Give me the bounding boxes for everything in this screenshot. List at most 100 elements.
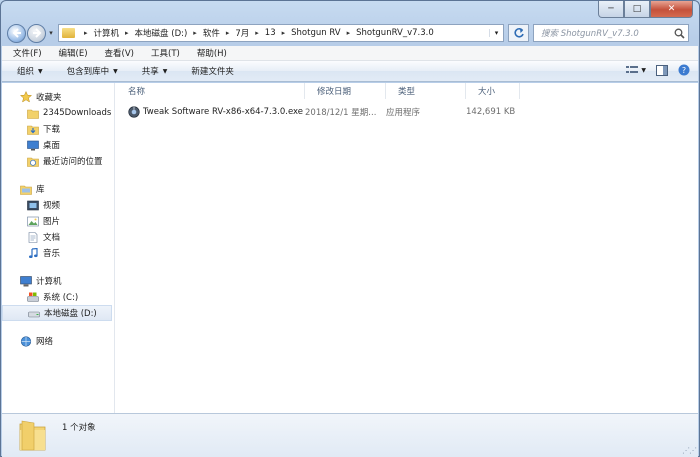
share-button[interactable]: 共享 ▼ — [127, 65, 177, 77]
nav-item-label: 文档 — [43, 233, 61, 243]
minimize-button[interactable]: ─ — [598, 1, 624, 18]
file-row[interactable]: Tweak Software RV-x86-x64-7.3.0.exe 2018… — [116, 104, 698, 120]
chevron-down-icon: ▼ — [641, 66, 646, 74]
music-library-icon — [26, 247, 39, 260]
breadcrumb-shotgun-rv[interactable]: Shotgun RV — [291, 28, 340, 38]
back-button[interactable] — [7, 23, 26, 43]
nav-item-downloads[interactable]: 下载 — [2, 121, 114, 137]
file-list: 名称 修改日期 类型 大小 Tweak Software RV-x86-x64-… — [116, 83, 698, 413]
breadcrumb-drive-d[interactable]: 本地磁盘 (D:) — [135, 27, 188, 39]
help-button[interactable]: ? — [678, 64, 690, 76]
breadcrumb-separator-icon[interactable]: ▸ — [187, 29, 203, 37]
breadcrumb-current-folder[interactable]: ShotgunRV_v7.3.0 — [356, 28, 434, 38]
nav-item-drive-d[interactable]: 本地磁盘 (D:) — [2, 305, 112, 321]
menu-help[interactable]: 帮助(H) — [186, 47, 233, 59]
breadcrumb: ▸ 计算机 ▸ 本地磁盘 (D:) ▸ 软件 ▸ 7月 ▸ 13 ▸ Shotg… — [78, 27, 434, 39]
forward-arrow-icon — [32, 28, 41, 38]
breadcrumb-separator-icon[interactable]: ▸ — [78, 29, 94, 37]
breadcrumb-july[interactable]: 7月 — [235, 27, 249, 39]
system-drive-icon — [26, 291, 39, 304]
column-size[interactable]: 大小 — [466, 83, 520, 99]
chevron-down-icon: ▼ — [113, 67, 118, 75]
nav-item-music[interactable]: 音乐 — [2, 245, 114, 261]
nav-libraries-label: 库 — [36, 185, 45, 195]
breadcrumb-software[interactable]: 软件 — [203, 27, 220, 39]
nav-item-2345downloads[interactable]: 2345Downloads — [2, 105, 114, 121]
menu-file[interactable]: 文件(F) — [2, 47, 48, 59]
menu-tools[interactable]: 工具(T) — [140, 47, 186, 59]
view-list-icon — [626, 66, 639, 73]
network-group: 网络 — [2, 333, 114, 349]
nav-item-label: 图片 — [43, 217, 61, 227]
folder-icon — [26, 107, 39, 120]
organize-button[interactable]: 组织 ▼ — [2, 65, 52, 77]
breadcrumb-separator-icon[interactable]: ▸ — [249, 29, 265, 37]
folder-icon — [19, 420, 47, 454]
nav-item-label: 视频 — [43, 201, 61, 211]
resize-grip-icon[interactable]: ⋰⋰ — [682, 446, 697, 455]
organize-label: 组织 — [17, 67, 35, 77]
svg-text:?: ? — [682, 66, 686, 75]
chevron-down-icon: ▼ — [162, 67, 168, 75]
nav-item-documents[interactable]: 文档 — [2, 229, 114, 245]
computer-icon — [19, 275, 32, 288]
close-button[interactable]: ✕ — [650, 1, 693, 18]
column-headers: 名称 修改日期 类型 大小 — [116, 83, 698, 99]
menu-view[interactable]: 查看(V) — [94, 47, 140, 59]
search-box[interactable]: 搜索 ShotgunRV_v7.3.0 — [533, 24, 689, 42]
view-controls: ▼ ? — [626, 64, 690, 76]
menu-edit[interactable]: 编辑(E) — [48, 47, 94, 59]
refresh-button[interactable] — [508, 24, 529, 42]
nav-favorites[interactable]: 收藏夹 — [2, 89, 114, 105]
column-modified[interactable]: 修改日期 — [305, 83, 386, 99]
item-count: 1 个对象 — [62, 423, 96, 433]
change-view-button[interactable]: ▼ — [626, 65, 646, 75]
nav-item-drive-c[interactable]: 系统 (C:) — [2, 289, 114, 305]
breadcrumb-computer[interactable]: 计算机 — [94, 27, 120, 39]
address-bar[interactable]: ▸ 计算机 ▸ 本地磁盘 (D:) ▸ 软件 ▸ 7月 ▸ 13 ▸ Shotg… — [58, 24, 504, 42]
breadcrumb-separator-icon[interactable]: ▸ — [276, 29, 292, 37]
application-icon — [128, 106, 140, 118]
file-name: Tweak Software RV-x86-x64-7.3.0.exe — [143, 107, 304, 117]
nav-network-label: 网络 — [36, 337, 54, 347]
preview-pane-button[interactable] — [656, 64, 668, 76]
file-name-cell[interactable]: Tweak Software RV-x86-x64-7.3.0.exe — [116, 106, 303, 118]
explorer-window: ─ □ ✕ ▾ ▸ 计算机 ▸ 本地磁盘 (D:) ▸ 软件 ▸ 7月 ▸ 13 — [0, 0, 700, 457]
folder-icon — [62, 28, 75, 38]
nav-item-recent-places[interactable]: 最近访问的位置 — [2, 153, 114, 169]
preview-pane-icon — [656, 64, 668, 76]
search-input[interactable]: 搜索 ShotgunRV_v7.3.0 — [541, 27, 670, 39]
nav-item-desktop[interactable]: 桌面 — [2, 137, 114, 153]
navigation-row: ▾ ▸ 计算机 ▸ 本地磁盘 (D:) ▸ 软件 ▸ 7月 ▸ 13 ▸ Sho… — [7, 23, 693, 43]
nav-item-label: 系统 (C:) — [43, 293, 79, 303]
column-type[interactable]: 类型 — [386, 83, 466, 99]
nav-computer[interactable]: 计算机 — [2, 273, 114, 289]
file-modified: 2018/12/1 星期... — [305, 108, 377, 118]
include-in-library-button[interactable]: 包含到库中 ▼ — [52, 65, 127, 77]
share-label: 共享 — [141, 67, 159, 77]
breadcrumb-separator-icon[interactable]: ▸ — [341, 29, 357, 37]
libraries-group: 库 视频 图片 文档 音乐 — [2, 181, 114, 261]
breadcrumb-separator-icon[interactable]: ▸ — [119, 29, 135, 37]
new-folder-button[interactable]: 新建文件夹 — [176, 65, 243, 77]
desktop-icon — [26, 139, 39, 152]
nav-item-pictures[interactable]: 图片 — [2, 213, 114, 229]
file-size: 142,691 KB — [466, 107, 516, 117]
main-area: 收藏夹 2345Downloads 下载 桌面 最近访问的位置 库 视频 图片 … — [2, 83, 698, 413]
refresh-icon — [513, 28, 524, 38]
forward-button[interactable] — [27, 23, 46, 43]
caption-buttons: ─ □ ✕ — [598, 1, 693, 18]
document-library-icon — [26, 231, 39, 244]
breadcrumb-13[interactable]: 13 — [265, 28, 276, 38]
menu-bar: 文件(F) 编辑(E) 查看(V) 工具(T) 帮助(H) — [2, 46, 698, 61]
star-icon — [19, 91, 32, 104]
nav-item-videos[interactable]: 视频 — [2, 197, 114, 213]
recent-pages-dropdown[interactable]: ▾ — [46, 29, 56, 37]
search-icon[interactable] — [670, 25, 688, 41]
address-history-dropdown[interactable]: ▾ — [489, 29, 503, 37]
maximize-button[interactable]: □ — [624, 1, 650, 18]
nav-libraries[interactable]: 库 — [2, 181, 114, 197]
breadcrumb-separator-icon[interactable]: ▸ — [220, 29, 236, 37]
nav-network[interactable]: 网络 — [2, 333, 114, 349]
column-name[interactable]: 名称 — [116, 83, 305, 99]
